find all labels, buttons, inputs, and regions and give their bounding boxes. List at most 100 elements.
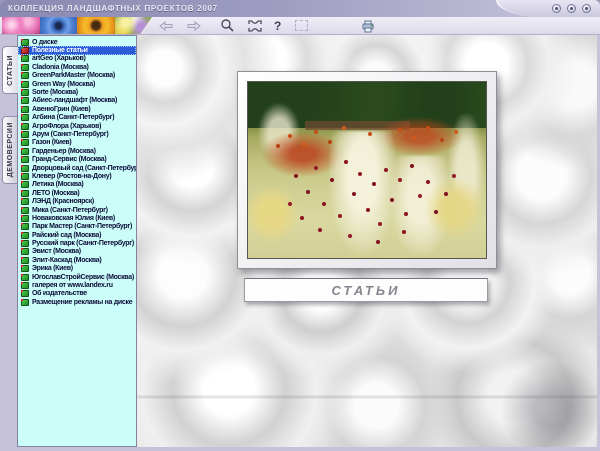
book-icon (21, 63, 29, 71)
photo-flowers-layer (424, 177, 486, 241)
list-item[interactable]: ЛЕТО (Москва) (18, 189, 136, 197)
list-item-label: Размещение рекламы на диске (32, 298, 133, 306)
book-icon (21, 282, 29, 290)
list-item[interactable]: Новаковская Юлия (Киев) (18, 214, 136, 222)
list-item-label: Эвист (Москва) (32, 248, 81, 256)
list-item[interactable]: Газон (Киев) (18, 139, 136, 147)
list-item[interactable]: artGeo (Харьков) (18, 55, 136, 63)
list-item[interactable]: Green Way (Москва) (18, 80, 136, 88)
app-window: КОЛЛЕКЦИЯ ЛАНДШАФТНЫХ ПРОЕКТОВ 2007 ? СТ… (0, 0, 600, 451)
flower-image-blue (40, 17, 78, 34)
list-item-label: Новаковская Юлия (Киев) (32, 214, 115, 222)
list-item-label: Гарденьер (Москва) (32, 147, 96, 155)
window-title: КОЛЛЕКЦИЯ ЛАНДШАФТНЫХ ПРОЕКТОВ 2007 (8, 4, 218, 13)
list-item[interactable]: галерея от www.landex.ru (18, 281, 136, 290)
list-item-label: Арум (Санкт-Петербург) (32, 130, 109, 138)
list-item[interactable]: GreenParkMaster (Москва) (18, 72, 136, 80)
help-glyph: ? (274, 18, 282, 33)
photo-frame (237, 71, 497, 269)
book-icon (21, 231, 29, 239)
book-icon (21, 38, 29, 46)
list-item[interactable]: Cladonia (Москва) (18, 63, 136, 71)
close-button[interactable] (582, 4, 591, 13)
list-item[interactable]: О диске (18, 38, 136, 46)
list-item[interactable]: Мика (Санкт-Петербург) (18, 206, 136, 214)
book-icon (21, 156, 29, 164)
section-caption-label: СТАТЬИ (331, 282, 401, 298)
list-item[interactable]: Клевер (Ростов-на-Дону) (18, 172, 136, 180)
list-item[interactable]: Эрика (Киев) (18, 265, 136, 273)
selection-icon[interactable] (295, 18, 309, 34)
list-item-label: АвенюГрин (Киев) (32, 105, 91, 113)
title-bar: КОЛЛЕКЦИЯ ЛАНДШАФТНЫХ ПРОЕКТОВ 2007 (0, 0, 600, 17)
flower-image-mixed (115, 17, 153, 34)
book-icon (21, 172, 29, 180)
tab-demoversions[interactable]: ДЕМОВЕРСИИ (2, 116, 17, 184)
list-item[interactable]: ЛЭНД (Красноярск) (18, 197, 136, 206)
list-item-label: О диске (32, 38, 58, 46)
list-item[interactable]: Элит-Каскад (Москва) (18, 256, 136, 264)
photo-grass-layer (328, 131, 396, 255)
book-icon (21, 97, 29, 105)
book-icon (21, 181, 29, 189)
zoom-icon[interactable] (220, 18, 235, 34)
list-item[interactable]: Дворцовый сад (Санкт-Петербург) (18, 164, 136, 172)
list-item-label: ЛЕТО (Москва) (32, 189, 80, 197)
book-icon (21, 47, 29, 55)
tab-demoversions-label: ДЕМОВЕРСИИ (6, 122, 14, 178)
list-item-label: АгроФлора (Харьков) (32, 122, 102, 130)
main-area: СТАТЬИ (137, 35, 597, 447)
list-item-label: Клевер (Ростов-на-Дону) (32, 172, 112, 180)
book-icon (21, 223, 29, 231)
list-item[interactable]: Арум (Санкт-Петербург) (18, 130, 136, 138)
book-icon (21, 256, 29, 264)
list-item[interactable]: Агбина (Санкт-Петербург) (18, 114, 136, 122)
list-item-label: Green Way (Москва) (32, 80, 96, 88)
help-icon[interactable]: ? (274, 18, 281, 34)
list-item[interactable]: Гранд-Сервис (Москва) (18, 155, 136, 164)
list-item[interactable]: Летика (Москва) (18, 181, 136, 189)
book-icon (21, 273, 29, 281)
list-item[interactable]: Райский сад (Москва) (18, 231, 136, 239)
book-icon (21, 240, 29, 248)
book-icon (21, 130, 29, 138)
book-icon (21, 80, 29, 88)
list-item[interactable]: Об издательстве (18, 290, 136, 298)
list-item-label: Об издательстве (32, 290, 87, 298)
maximize-button[interactable] (567, 4, 576, 13)
book-icon (21, 290, 29, 298)
list-item[interactable]: ЮгославСтройСервис (Москва) (18, 273, 136, 281)
tab-articles-label: СТАТЬИ (7, 54, 14, 86)
list-item-label: Парк Мастер (Санкт-Петербург) (32, 223, 133, 231)
garden-photo (247, 81, 487, 259)
list-item[interactable]: Парк Мастер (Санкт-Петербург) (18, 223, 136, 231)
back-icon[interactable] (158, 18, 174, 34)
list-item[interactable]: Эвист (Москва) (18, 248, 136, 256)
forward-icon[interactable] (186, 18, 202, 34)
book-icon (21, 206, 29, 214)
toolbar-icons: ? (152, 17, 376, 34)
list-item[interactable]: АвенюГрин (Киев) (18, 105, 136, 113)
list-item[interactable]: АгроФлора (Харьков) (18, 122, 136, 130)
list-item-label: Sorte (Москва) (32, 89, 78, 97)
list-item[interactable]: Размещение рекламы на диске (18, 298, 136, 306)
tab-articles[interactable]: СТАТЬИ (2, 46, 18, 94)
list-item-label: Райский сад (Москва) (32, 231, 102, 239)
book-icon (21, 265, 29, 273)
list-item-label: ЮгославСтройСервис (Москва) (32, 273, 134, 281)
list-item[interactable]: Абиес-ландшафт (Москва) (18, 97, 136, 105)
list-item[interactable]: Sorte (Москва) (18, 88, 136, 97)
titlebar-button-zone (496, 0, 600, 17)
toolbar: ? (0, 17, 600, 35)
list-item[interactable]: Полезные статьи (18, 46, 136, 55)
book-icon (21, 198, 29, 206)
fit-screen-icon[interactable] (247, 18, 263, 34)
flower-image-sunflower (77, 17, 115, 34)
minimize-button[interactable] (552, 4, 561, 13)
print-icon[interactable] (360, 18, 376, 34)
list-item[interactable]: Русский парк (Санкт-Петербург) (18, 239, 136, 248)
photo-flowers-layer (248, 184, 301, 244)
list-item[interactable]: Гарденьер (Москва) (18, 147, 136, 155)
list-item-label: GreenParkMaster (Москва) (32, 72, 115, 80)
list-item-label: Летика (Москва) (32, 181, 84, 189)
